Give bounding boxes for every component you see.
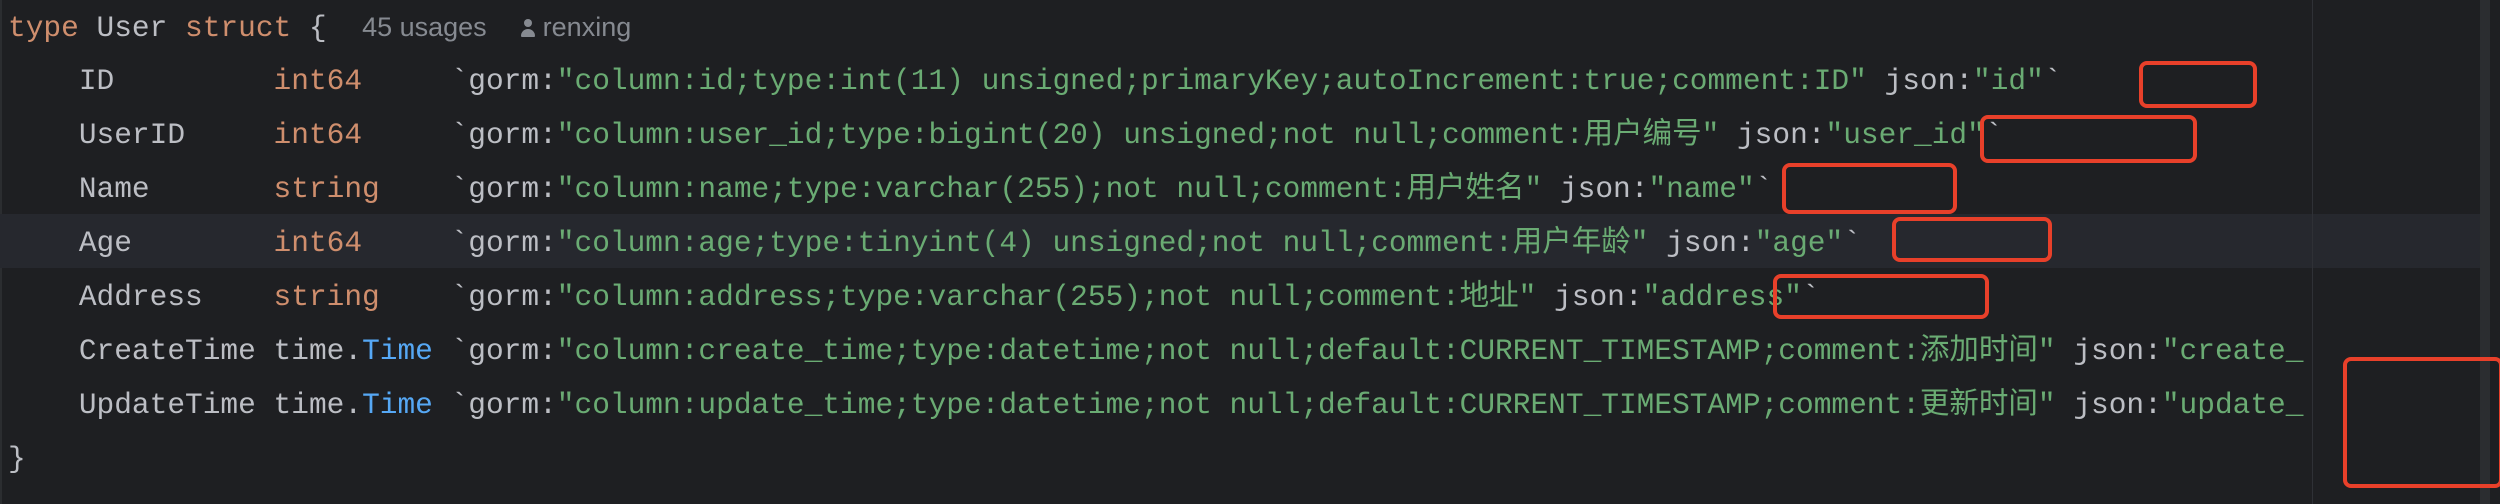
json-tag-value: "create_ [2161, 334, 2304, 368]
tag-end: ` [1843, 226, 1861, 260]
gorm-tag-value: "column:user_id;type:bigint(20) unsigned… [556, 118, 1720, 152]
json-key: json: [1719, 118, 1826, 152]
annotation-box-id [2139, 61, 2257, 108]
field-type[interactable]: Time [362, 388, 433, 422]
person-icon [520, 19, 535, 37]
open-brace: { [308, 11, 327, 45]
annotation-box-age [1892, 217, 2052, 262]
json-key: json: [1536, 280, 1643, 314]
struct-field-line[interactable]: CreateTime time.Time `gorm:"column:creat… [8, 324, 2304, 378]
field-type[interactable]: string [274, 280, 380, 314]
annotation-box-time-fields [2343, 357, 2500, 488]
json-key: json: [1542, 172, 1649, 206]
json-tag-value: "update_ [2161, 388, 2304, 422]
tag-end: ` [1754, 172, 1773, 206]
json-tag-value: "age" [1754, 226, 1844, 260]
json-key: json: [2055, 334, 2162, 368]
field-name[interactable]: ID [79, 64, 274, 98]
gorm-tag-value: "column:id;type:int(11) unsigned;primary… [556, 64, 1867, 98]
close-brace-line: } [8, 432, 26, 486]
tag-end: ` [2043, 64, 2062, 98]
struct-declaration-line[interactable]: type User struct { 45 usages renxing [8, 0, 631, 54]
struct-field-line[interactable]: UpdateTime time.Time `gorm:"column:updat… [8, 378, 2304, 432]
struct-field-line[interactable]: Address string `gorm:"column:address;typ… [8, 270, 1820, 324]
field-name[interactable]: Name [79, 172, 274, 206]
struct-field-line[interactable]: Name string `gorm:"column:name;type:varc… [8, 162, 1773, 216]
field-type-package: time. [273, 388, 363, 422]
struct-field-line[interactable]: ID int64 `gorm:"column:id;type:int(11) u… [8, 54, 2062, 108]
field-name[interactable]: UpdateTime [79, 388, 274, 422]
field-name[interactable]: Address [79, 280, 274, 314]
field-type-package: time. [273, 334, 363, 368]
gorm-tag-value: "column:address;type:varchar(255);not nu… [556, 280, 1537, 314]
field-type[interactable]: int64 [274, 118, 363, 152]
gorm-tag-value: "column:age;type:tinyint(4) unsigned;not… [556, 226, 1649, 260]
tag-prefix: `gorm: [362, 118, 557, 152]
tag-prefix: `gorm: [379, 172, 557, 206]
field-name[interactable]: CreateTime [79, 334, 274, 368]
tag-prefix: `gorm: [432, 388, 557, 422]
keyword-type: type [8, 11, 79, 45]
json-key: json: [1866, 64, 1974, 98]
author-hint[interactable]: renxing [543, 12, 632, 42]
annotation-box-name [1782, 163, 1957, 214]
field-name[interactable]: UserID [79, 118, 274, 152]
gorm-tag-value: "column:create_time;type:datetime;not nu… [556, 334, 2056, 368]
struct-field-line[interactable]: UserID int64 `gorm:"column:user_id;type:… [8, 108, 2003, 162]
field-type[interactable]: int64 [274, 226, 363, 260]
field-type[interactable]: int64 [274, 64, 363, 98]
gorm-tag-value: "column:update_time;type:datetime;not nu… [556, 388, 2056, 422]
tag-prefix: `gorm: [362, 64, 557, 98]
json-tag-value: "id" [1973, 64, 2044, 98]
tag-prefix: `gorm: [362, 226, 557, 260]
close-brace: } [8, 442, 26, 476]
json-tag-value: "user_id" [1825, 118, 1985, 152]
struct-field-line[interactable]: Age int64 `gorm:"column:age;type:tinyint… [8, 216, 1861, 270]
json-key: json: [2055, 388, 2162, 422]
right-margin-guide [2312, 0, 2313, 504]
code-editor[interactable]: type User struct { 45 usages renxing ID i… [0, 0, 2500, 504]
field-name[interactable]: Age [79, 226, 274, 260]
gorm-tag-value: "column:name;type:varchar(255);not null;… [556, 172, 1543, 206]
struct-name[interactable]: User [97, 11, 168, 45]
tag-prefix: `gorm: [379, 280, 557, 314]
tag-prefix: `gorm: [432, 334, 557, 368]
json-tag-value: "name" [1648, 172, 1755, 206]
keyword-struct: struct [185, 11, 292, 45]
field-type[interactable]: Time [362, 334, 433, 368]
annotation-box-user-id [1980, 115, 2197, 163]
json-key: json: [1648, 226, 1755, 260]
annotation-box-address [1773, 274, 1989, 319]
usages-hint[interactable]: 45 usages [362, 12, 487, 42]
field-type[interactable]: string [274, 172, 380, 206]
